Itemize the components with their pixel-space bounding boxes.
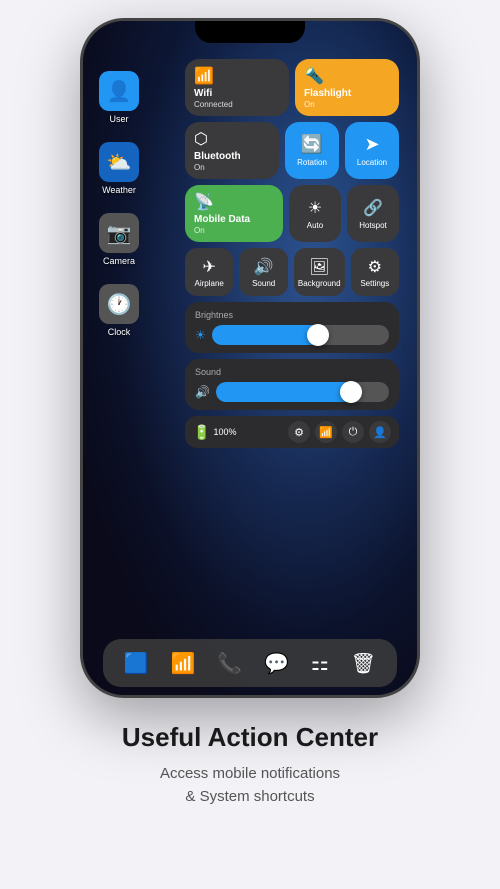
auto-label: Auto xyxy=(307,221,323,230)
user-status-btn[interactable]: 👤 xyxy=(369,421,391,443)
hotspot-label: Hotspot xyxy=(359,221,387,230)
mobile-data-tile[interactable]: 📡 Mobile Data On xyxy=(185,185,283,242)
dock-finder-icon[interactable]: 🟦 xyxy=(124,651,149,676)
sound-vol-slider[interactable] xyxy=(216,382,389,402)
rotation-icon: 🔄 xyxy=(301,134,323,155)
app-weather-icon: ⛅ xyxy=(99,142,139,182)
airplane-tile[interactable]: ✈ Airplane xyxy=(185,248,233,296)
flashlight-icon: 🔦 xyxy=(304,66,390,86)
wifi-status-btn[interactable]: 📶 xyxy=(315,421,337,443)
app-clock[interactable]: 🕐 Clock xyxy=(99,284,139,337)
phone-dock: 🟦 📶 📞 💬 ⚏ 🗑 xyxy=(103,639,397,687)
mobile-data-label: Mobile Data xyxy=(194,214,274,226)
app-user-label: User xyxy=(109,114,128,124)
settings-tile[interactable]: ⚙ Settings xyxy=(351,248,399,296)
brightness-label: Brightnes xyxy=(195,310,389,320)
background-icon: 🖼 xyxy=(309,257,329,277)
cc-action-row: ✈ Airplane 🔊 Sound 🖼 Background ⚙ Settin… xyxy=(185,248,399,296)
sound-vol-icon: 🔊 xyxy=(195,385,210,399)
brightness-icon: ☀ xyxy=(195,328,206,342)
brightness-section: Brightnes ☀ xyxy=(185,302,399,353)
app-camera-label: Camera xyxy=(103,256,135,266)
wifi-icon: 📶 xyxy=(194,66,280,86)
battery-indicator: 🔋 100% xyxy=(193,424,236,441)
settings-label: Settings xyxy=(360,279,389,288)
dock-messages-icon[interactable]: 💬 xyxy=(264,651,289,676)
airplane-label: Airplane xyxy=(195,279,224,288)
app-user-icon: 👤 xyxy=(99,71,139,111)
wifi-label: Wifi xyxy=(194,88,280,100)
control-center-panel: 📶 Wifi Connected 🔦 Flashlight On ⬡ Bluet… xyxy=(177,51,407,635)
cc-row-2: ⬡ Bluetooth On 🔄 Rotation ➤ Location xyxy=(185,122,399,179)
bottom-section: Useful Action Center Access mobile notif… xyxy=(82,722,418,808)
wifi-tile[interactable]: 📶 Wifi Connected xyxy=(185,59,289,116)
app-clock-label: Clock xyxy=(108,327,131,337)
sound-slider-section: Sound 🔊 xyxy=(185,359,399,410)
dock-apps-icon[interactable]: ⚏ xyxy=(311,651,329,676)
phone-frame: 👤 User ⛅ Weather 📷 Camera 🕐 Clock 📶 xyxy=(80,18,420,698)
power-btn[interactable]: ⏻ xyxy=(342,421,364,443)
settings-icon: ⚙ xyxy=(368,257,382,277)
app-weather-label: Weather xyxy=(102,185,136,195)
location-label: Location xyxy=(357,158,387,167)
location-tile[interactable]: ➤ Location xyxy=(345,122,399,179)
bluetooth-icon: ⬡ xyxy=(194,129,270,149)
sound-label: Sound xyxy=(252,279,275,288)
phone-mockup: 👤 User ⛅ Weather 📷 Camera 🕐 Clock 📶 xyxy=(80,18,420,698)
background-tile[interactable]: 🖼 Background xyxy=(294,248,345,296)
mobile-data-icon: 📡 xyxy=(194,192,274,212)
dock-trash-icon[interactable]: 🗑 xyxy=(351,651,376,676)
app-clock-icon: 🕐 xyxy=(99,284,139,324)
battery-percent: 100% xyxy=(213,427,236,437)
phone-notch xyxy=(195,21,305,43)
page-subtitle: Access mobile notifications& System shor… xyxy=(122,763,378,808)
cc-row-3: 📡 Mobile Data On ☀ Auto 🔗 Hotspot xyxy=(185,185,399,242)
bluetooth-label: Bluetooth xyxy=(194,151,270,163)
flashlight-status: On xyxy=(304,100,390,109)
sound-slider-label: Sound xyxy=(195,367,389,377)
dock-signal-icon[interactable]: 📶 xyxy=(171,651,196,676)
rotation-tile[interactable]: 🔄 Rotation xyxy=(285,122,339,179)
mobile-data-status: On xyxy=(194,226,274,235)
flashlight-label: Flashlight xyxy=(304,88,390,100)
auto-icon: ☀ xyxy=(308,198,322,218)
home-app-list: 👤 User ⛅ Weather 📷 Camera 🕐 Clock xyxy=(99,71,139,337)
cc-row-1: 📶 Wifi Connected 🔦 Flashlight On xyxy=(185,59,399,116)
app-camera[interactable]: 📷 Camera xyxy=(99,213,139,266)
cc-status-bar: 🔋 100% ⚙ 📶 ⏻ 👤 xyxy=(185,416,399,448)
hotspot-icon: 🔗 xyxy=(363,198,383,218)
rotation-label: Rotation xyxy=(297,158,327,167)
app-user[interactable]: 👤 User xyxy=(99,71,139,124)
auto-tile[interactable]: ☀ Auto xyxy=(289,185,341,242)
bluetooth-status: On xyxy=(194,163,270,172)
bluetooth-tile[interactable]: ⬡ Bluetooth On xyxy=(185,122,279,179)
location-icon: ➤ xyxy=(364,134,379,155)
wifi-status: Connected xyxy=(194,100,280,109)
status-icons: ⚙ 📶 ⏻ 👤 xyxy=(288,421,391,443)
page-title: Useful Action Center xyxy=(122,722,378,753)
sound-tile[interactable]: 🔊 Sound xyxy=(239,248,287,296)
airplane-icon: ✈ xyxy=(203,257,216,277)
hotspot-tile[interactable]: 🔗 Hotspot xyxy=(347,185,399,242)
battery-icon: 🔋 xyxy=(193,424,210,441)
brightness-slider[interactable] xyxy=(212,325,389,345)
background-label: Background xyxy=(298,279,341,288)
settings-status-btn[interactable]: ⚙ xyxy=(288,421,310,443)
sound-icon: 🔊 xyxy=(254,257,274,277)
flashlight-tile[interactable]: 🔦 Flashlight On xyxy=(295,59,399,116)
dock-phone-icon[interactable]: 📞 xyxy=(217,651,242,676)
app-camera-icon: 📷 xyxy=(99,213,139,253)
app-weather[interactable]: ⛅ Weather xyxy=(99,142,139,195)
